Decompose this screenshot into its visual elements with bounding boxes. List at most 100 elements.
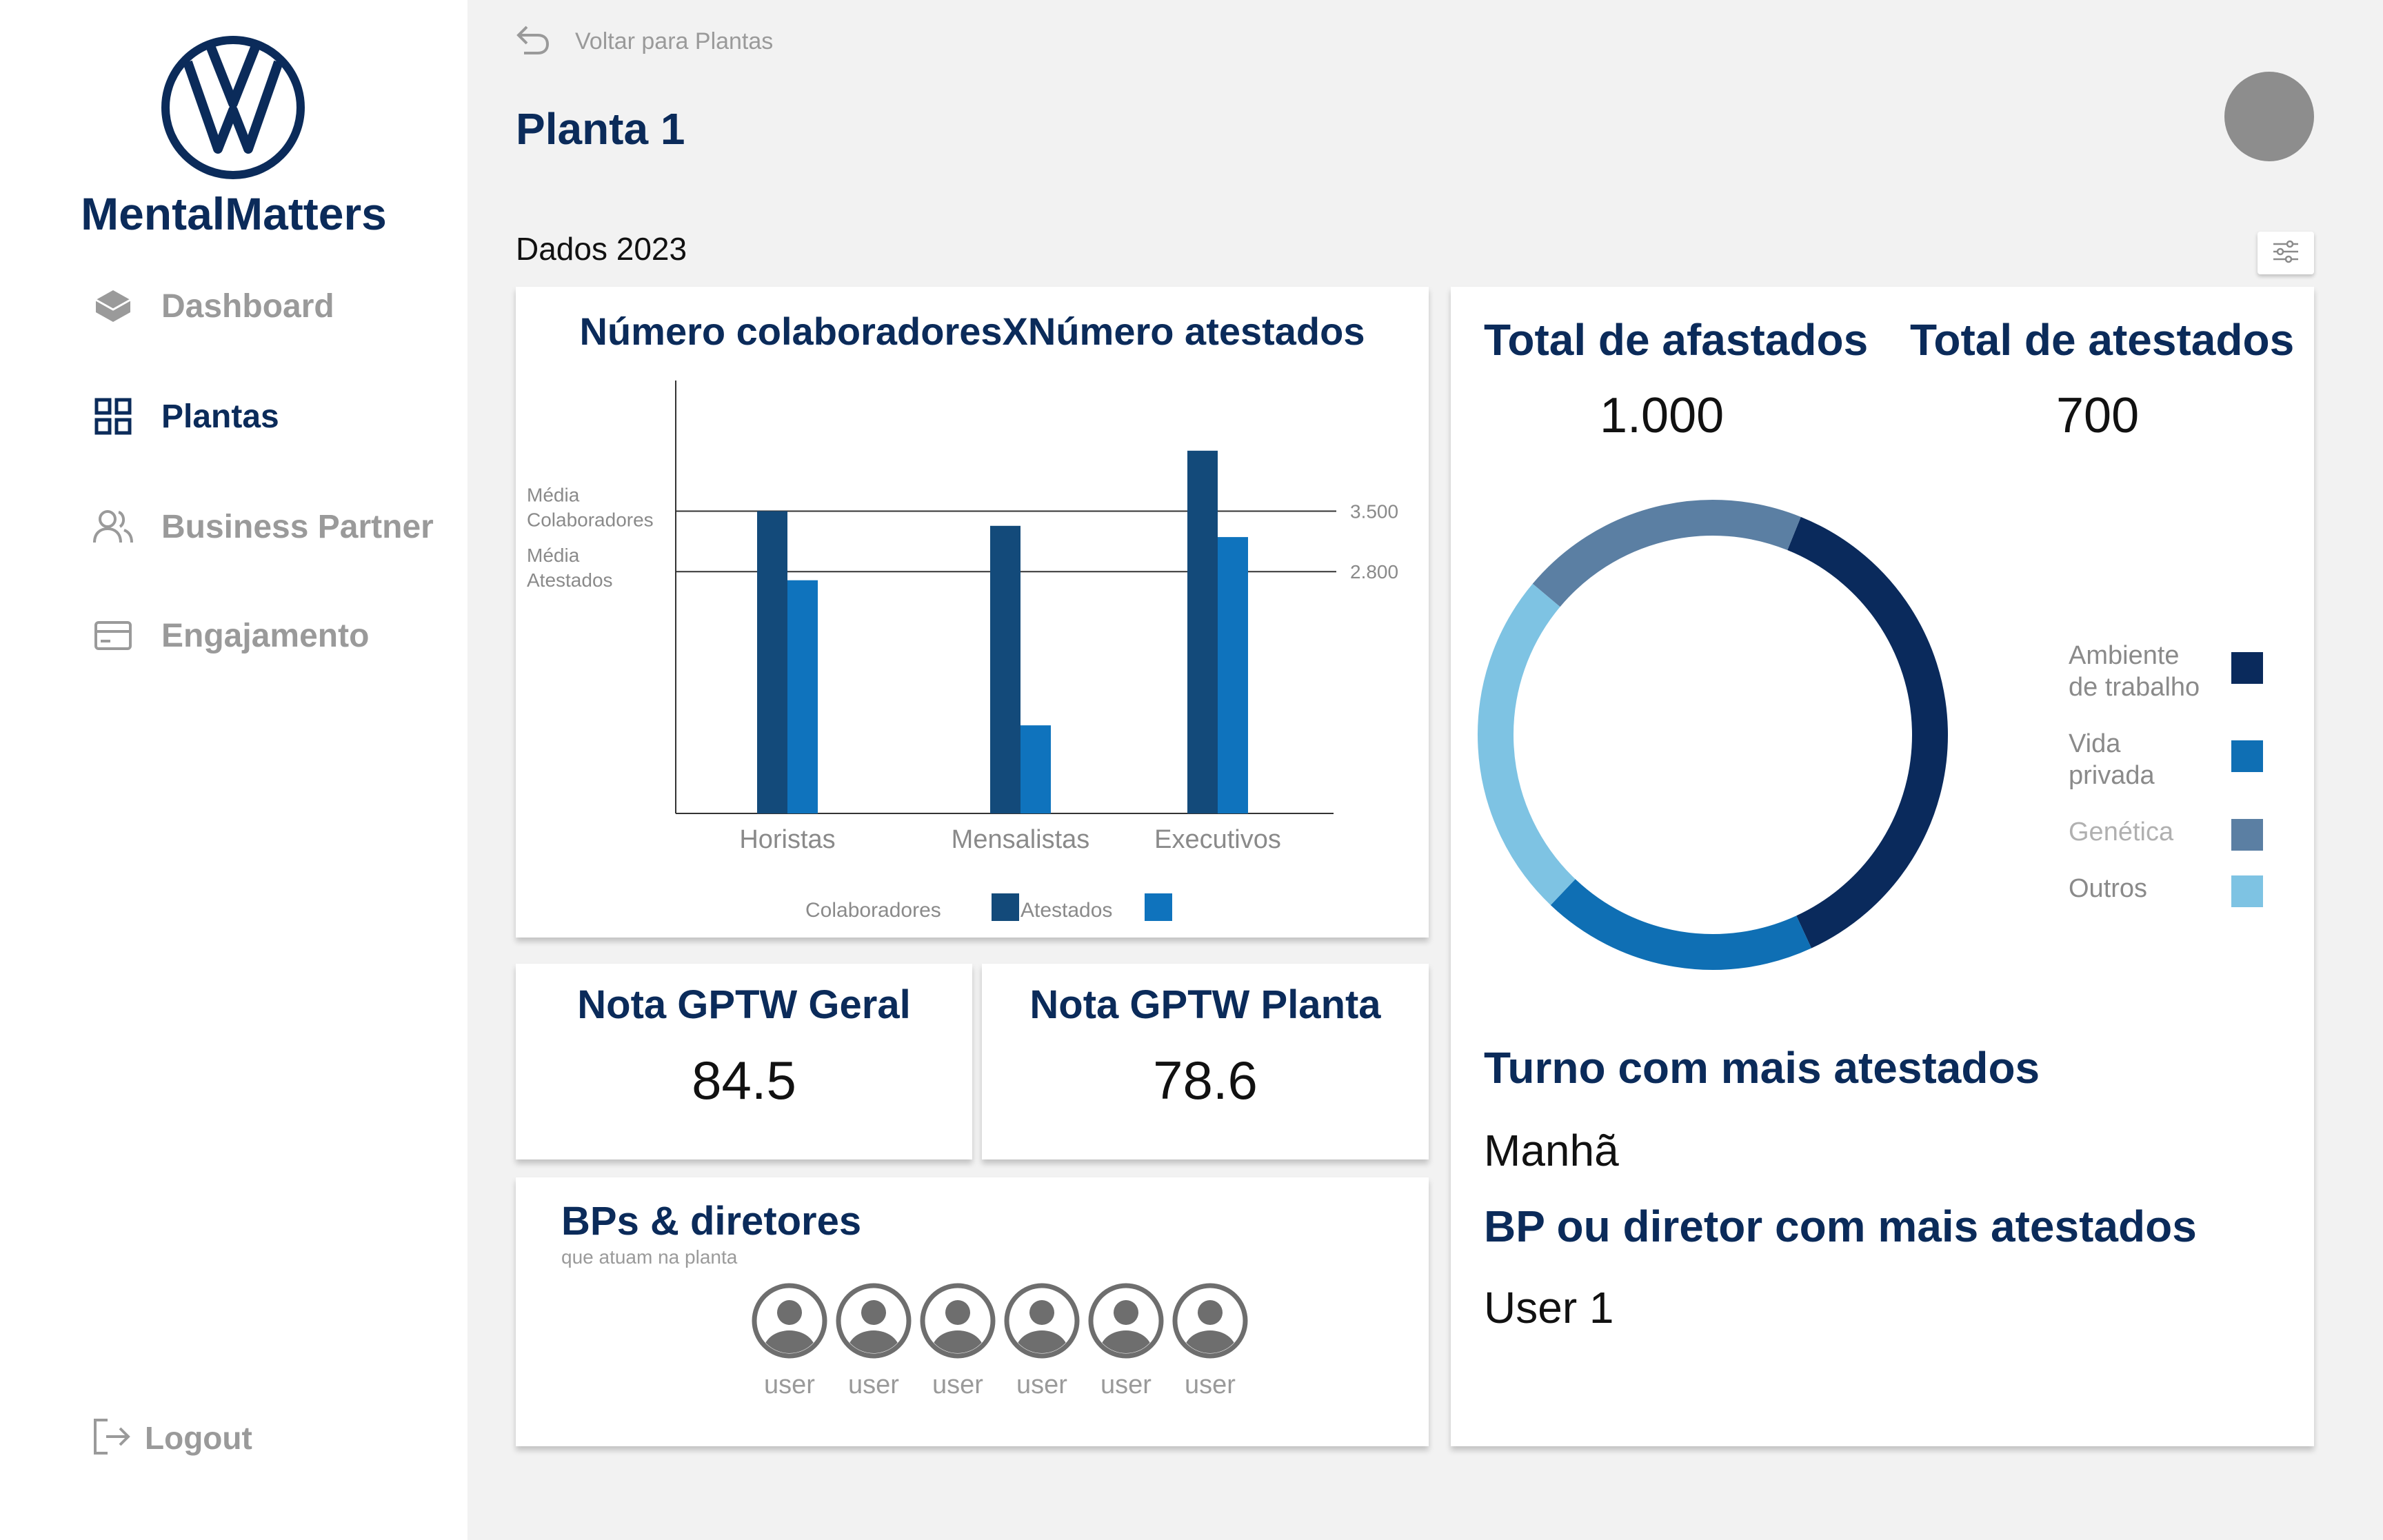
section-label: Dados 2023 [516,231,687,267]
sidebar-item-engajamento[interactable]: Engajamento [92,608,369,663]
donut-legend-label-line: Ambiente [2069,641,2180,670]
bar-atestados [1020,725,1051,813]
donut-segment-genética [1532,500,1801,607]
back-link-label: Voltar para Plantas [575,28,774,54]
user-item[interactable]: user [1000,1282,1084,1400]
bar-colaboradores [990,525,1020,813]
page-title: Planta 1 [516,104,685,154]
user-list: user user user user user user [747,1282,1252,1400]
donut-chart [1478,500,1948,970]
donut-legend-swatch [2231,740,2263,772]
reference-label: Média [527,545,580,566]
user-item[interactable]: user [916,1282,1000,1400]
legend-swatch [1145,893,1172,921]
nota-geral-value: 84.5 [692,1050,796,1111]
nota-planta-value: 78.6 [1153,1050,1258,1111]
bar-atestados [1218,537,1248,813]
donut-legend-label: Vida privada [2069,728,2231,791]
atestados-value: 700 [2056,388,2140,443]
donut-legend-label: Genética [2069,816,2231,848]
user-avatar-icon [836,1283,912,1359]
donut-legend-label: Outros [2069,873,2231,904]
bps-card: BPs & diretores que atuam na planta user… [516,1177,1429,1446]
afastados-title: Total de afastados [1484,315,1869,365]
x-tick-label: Executivos [1154,825,1281,854]
filter-button[interactable] [2258,232,2314,274]
donut-legend-swatch [2231,652,2263,684]
donut-legend-item: Outros [2069,873,2263,907]
sidebar-item-dashboard[interactable]: Dashboard [92,278,334,334]
nota-planta-card: Nota GPTW Planta 78.6 [982,964,1429,1159]
bp-diretor-title: BP ou diretor com mais atestados [1484,1202,2197,1251]
user-avatar[interactable] [2224,72,2314,161]
donut-legend-label-line: de trabalho [2069,673,2200,702]
afastados-value: 1.000 [1600,388,1725,443]
reference-label: Média [527,485,580,506]
donut-legend-label-line: Vida [2069,729,2121,758]
bps-subtitle: que atuam na planta [561,1246,738,1268]
nota-geral-card: Nota GPTW Geral 84.5 [516,964,972,1159]
nota-geral-title: Nota GPTW Geral [577,982,911,1027]
sidebar-item-plantas[interactable]: Plantas [92,389,279,444]
card-icon [92,615,134,656]
bar-chart: Média Colaboradores 3.500 Média Atestados 2.8… [527,381,1398,922]
logout-button[interactable]: Logout [92,1410,252,1466]
donut-legend-label: Ambiente de trabalho [2069,640,2231,703]
bp-diretor-value: User 1 [1484,1283,1614,1333]
brand-name: MentalMatters [81,188,387,239]
user-item[interactable]: user [832,1282,916,1400]
sidebar-item-label: Engajamento [161,617,370,654]
grid-icon [92,396,134,437]
layers-icon [92,285,134,327]
bar-atestados [787,580,818,813]
back-link[interactable]: Voltar para Plantas [514,22,773,61]
donut-segment-ambiente-de-trabalho [1787,516,1948,949]
donut-legend-label-line: Outros [2069,874,2148,903]
reference-label: Colaboradores [527,509,654,531]
sidebar-item-label: Business Partner [161,508,434,545]
user-label: user [1016,1370,1067,1399]
turno-value: Manhã [1484,1126,1619,1175]
logout-label: Logout [145,1420,252,1456]
user-avatar-icon [1172,1283,1248,1359]
user-label: user [848,1370,899,1399]
user-avatar-icon [1088,1283,1164,1359]
vw-logo [161,36,305,179]
user-avatar-icon [920,1283,996,1359]
sidebar: MentalMatters Dashboard Plantas Business… [0,0,467,1540]
user-avatar-icon [1004,1283,1080,1359]
nota-planta-title: Nota GPTW Planta [1029,982,1381,1027]
user-label: user [932,1370,983,1399]
user-label: user [1185,1370,1236,1399]
bar-colaboradores [1187,450,1218,813]
donut-legend-item: Genética [2069,816,2263,851]
donut-legend-swatch [2231,819,2263,851]
donut-legend-item: Vida privada [2069,728,2263,791]
back-arrow-icon [514,24,550,59]
donut-legend-label-line: privada [2069,761,2155,790]
donut-segment-vida-privada [1550,879,1812,970]
donut-legend-label-line: Genética [2069,818,2174,847]
user-item[interactable]: user [1168,1282,1252,1400]
user-item[interactable]: user [747,1282,832,1400]
donut-legend-swatch [2231,875,2263,907]
user-item[interactable]: user [1084,1282,1168,1400]
sliders-icon [2272,240,2300,267]
chart-card: Número colaboradoresXNúmero atestados Mé… [516,287,1429,938]
logout-icon [92,1417,131,1459]
sidebar-item-label: Plantas [161,398,279,435]
turno-title: Turno com mais atestados [1484,1043,2040,1093]
atestados-title: Total de atestados [1910,315,2295,365]
stats-card: Total de afastados 1.000 Total de atesta… [1451,287,2314,1446]
legend-swatch [992,893,1019,921]
users-icon [92,506,134,547]
sidebar-item-business-partner[interactable]: Business Partner [92,499,434,554]
reference-tick: 3.500 [1350,501,1398,523]
bps-title: BPs & diretores [561,1199,862,1244]
reference-tick: 2.800 [1350,561,1398,582]
user-avatar-icon [752,1283,827,1359]
legend-label: Atestados [1020,899,1112,922]
legend-label: Colaboradores [805,899,941,922]
user-label: user [764,1370,815,1399]
bar-colaboradores [757,511,787,813]
